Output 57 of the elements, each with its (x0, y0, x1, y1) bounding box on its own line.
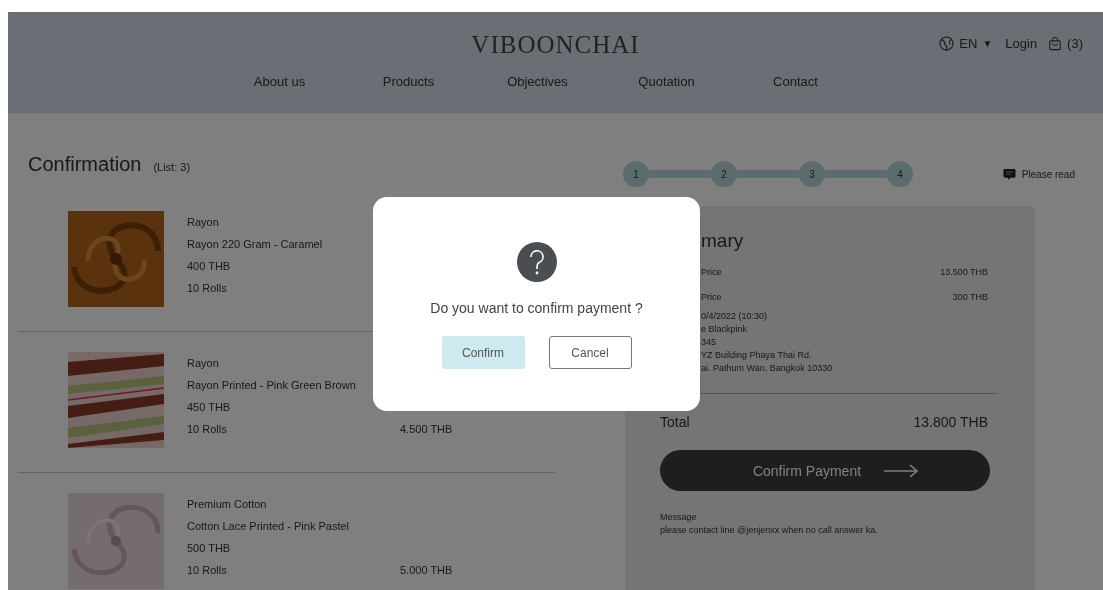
order-detail: YZ Building Phaya Thai Rd. (701, 349, 813, 362)
nav-link[interactable]: About us (215, 74, 344, 89)
step-connector (649, 170, 711, 178)
arrow-icon (883, 463, 920, 478)
order-detail: ai. Pathum Wan. Bangkok 10330 (701, 362, 834, 375)
product-subtotal: 5.000 THB (400, 563, 453, 578)
globe-icon[interactable] (939, 35, 955, 51)
product-category: Premium Cotton (187, 497, 268, 512)
summary-value: 300 THB (952, 291, 988, 304)
total-value: 13.800 THB (913, 414, 988, 430)
login-link[interactable]: Login (1005, 35, 1038, 51)
message-text: please contact line @jenjenxx when no call answer ka. (660, 524, 879, 537)
brand-logo[interactable]: VIBOONCHAI (471, 27, 640, 59)
total-label: Total (660, 414, 690, 430)
product-name: Rayon Printed - Pink Green Brown (187, 378, 357, 393)
product-name: Rayon 220 Gram - Caramel (187, 237, 324, 252)
caret-icon[interactable]: ▼ (982, 37, 993, 49)
message-label: Message (660, 511, 698, 524)
summary-label: Price (701, 266, 722, 279)
product-category: Rayon (187, 356, 220, 371)
cancel-button[interactable]: Cancel (548, 336, 632, 369)
confirm-payment-button[interactable]: Confirm Payment (660, 450, 990, 491)
page-title: Confirmation (28, 153, 142, 176)
order-detail: 0/4/2022 (10:30) (701, 310, 769, 323)
order-detail: e Blackpink (701, 323, 749, 336)
summary-title: mary (701, 230, 745, 252)
product-price: 500 THB (187, 541, 232, 556)
nav-link[interactable]: Contact (731, 74, 860, 89)
cart-count[interactable]: (3) (1067, 35, 1083, 51)
step-connector (825, 170, 887, 178)
list-count: (List: 3) (153, 161, 191, 173)
summary-value: 13.500 THB (940, 266, 988, 279)
bag-icon[interactable] (1048, 35, 1063, 51)
step-circle: 2 (711, 161, 737, 187)
confirm-button[interactable]: Confirm (441, 336, 525, 369)
order-detail: 345 (701, 336, 718, 349)
nav-link[interactable]: Quotation (602, 74, 731, 89)
step-connector (737, 170, 799, 178)
product-quantity: 10 Rolls (187, 563, 228, 578)
product-price: 400 THB (187, 259, 232, 274)
product-subtotal: 4.500 THB (400, 422, 453, 437)
message-icon[interactable] (1002, 167, 1016, 181)
product-quantity: 10 Rolls (187, 422, 228, 437)
step-circle: 3 (799, 161, 825, 187)
step-circle: 4 (887, 161, 913, 187)
dialog-message: Do you want to confirm payment ? (430, 300, 643, 316)
product-price: 450 THB (187, 400, 232, 415)
product-name: Cotton Lace Printed - Pink Pastel (187, 519, 351, 534)
step-circle: 1 (623, 161, 649, 187)
summary-label: Price (701, 291, 722, 304)
nav-link[interactable]: Products (344, 74, 473, 89)
product-category: Rayon (187, 215, 220, 230)
please-read-link[interactable]: Please read (1021, 168, 1075, 180)
language-selector[interactable]: EN (959, 35, 978, 51)
product-quantity: 10 Rolls (187, 281, 228, 296)
nav-link[interactable]: Objectives (473, 74, 602, 89)
question-icon (516, 242, 557, 282)
